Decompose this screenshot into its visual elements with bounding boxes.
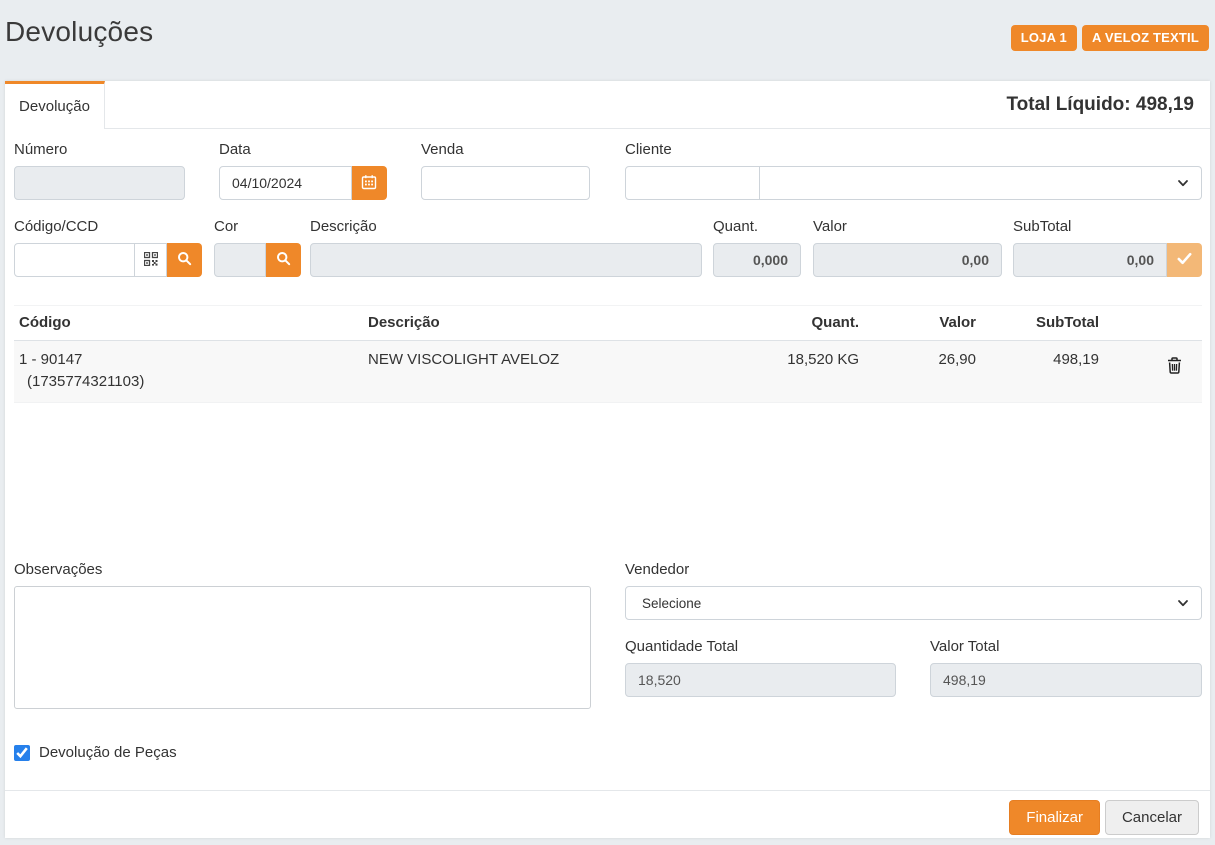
items-table: Código Descrição Quant. Valor SubTotal 1… bbox=[14, 305, 1202, 403]
devolucao-pecas-row: Devolução de Peças bbox=[14, 744, 177, 761]
cor-group: Cor bbox=[214, 218, 306, 277]
tabbar-spacer bbox=[105, 81, 1006, 128]
table-row: 1 - 90147 (1735774321103) NEW VISCOLIGHT… bbox=[14, 341, 1202, 403]
store-badge[interactable]: LOJA 1 bbox=[1011, 25, 1077, 51]
col-header-subtotal: SubTotal bbox=[984, 306, 1107, 340]
delete-row-button[interactable] bbox=[1165, 355, 1184, 379]
quant-group: Quant. bbox=[713, 218, 801, 277]
codigo-search-button[interactable] bbox=[167, 243, 202, 277]
data-field[interactable] bbox=[219, 166, 352, 200]
col-header-actions bbox=[1107, 306, 1202, 340]
devolucao-pecas-checkbox[interactable] bbox=[14, 745, 30, 761]
devolucao-card: Devolução Total Líquido: 498,19 Número D… bbox=[5, 81, 1210, 838]
vendedor-select[interactable]: Selecione bbox=[625, 586, 1202, 620]
col-header-codigo: Código bbox=[14, 306, 360, 340]
quantidade-total-group: Quantidade Total bbox=[625, 638, 896, 697]
add-item-button[interactable] bbox=[1167, 243, 1202, 277]
vendedor-selected-value: Selecione bbox=[642, 596, 701, 611]
quantidade-total-field bbox=[625, 663, 896, 697]
observacoes-group: Observações bbox=[14, 561, 591, 714]
row-descricao: NEW VISCOLIGHT AVELOZ bbox=[360, 341, 677, 402]
chevron-down-icon bbox=[1177, 177, 1189, 192]
numero-group: Número bbox=[14, 141, 185, 200]
cliente-group: Cliente bbox=[625, 141, 1202, 200]
valor-label: Valor bbox=[813, 218, 1002, 235]
finalizar-button[interactable]: Finalizar bbox=[1009, 800, 1100, 835]
descricao-group: Descrição bbox=[310, 218, 702, 277]
row-subtotal: 498,19 bbox=[984, 341, 1107, 402]
check-icon bbox=[1177, 252, 1192, 268]
page-title: Devoluções bbox=[5, 16, 153, 48]
chevron-down-icon bbox=[1177, 597, 1189, 612]
numero-label: Número bbox=[14, 141, 185, 158]
row-codigo-line2: (1735774321103) bbox=[19, 373, 352, 390]
cor-label: Cor bbox=[214, 218, 306, 235]
numero-field bbox=[14, 166, 185, 200]
codigo-ccd-field[interactable] bbox=[14, 243, 135, 277]
row-valor: 26,90 bbox=[867, 341, 984, 402]
quantidade-total-label: Quantidade Total bbox=[625, 638, 896, 655]
tab-bar: Devolução Total Líquido: 498,19 bbox=[5, 81, 1210, 129]
cor-search-button[interactable] bbox=[266, 243, 301, 277]
header-badges: LOJA 1 A VELOZ TEXTIL bbox=[1011, 25, 1209, 51]
trash-icon bbox=[1167, 362, 1182, 377]
cliente-code-field[interactable] bbox=[625, 166, 760, 200]
codigo-ccd-label: Código/CCD bbox=[14, 218, 207, 235]
data-group: Data bbox=[219, 141, 387, 200]
row-quant: 18,520 KG bbox=[677, 341, 867, 402]
qrcode-icon bbox=[144, 252, 158, 269]
valor-group: Valor bbox=[813, 218, 1002, 277]
venda-field[interactable] bbox=[421, 166, 590, 200]
valor-field bbox=[813, 243, 1002, 277]
vendedor-group: Vendedor Selecione bbox=[625, 561, 1202, 620]
calendar-button[interactable] bbox=[352, 166, 387, 200]
valor-total-group: Valor Total bbox=[930, 638, 1202, 697]
venda-group: Venda bbox=[421, 141, 590, 200]
venda-label: Venda bbox=[421, 141, 590, 158]
cliente-select[interactable] bbox=[760, 166, 1202, 200]
row-actions bbox=[1107, 341, 1202, 402]
subtotal-label: SubTotal bbox=[1013, 218, 1202, 235]
descricao-field bbox=[310, 243, 702, 277]
col-header-quant: Quant. bbox=[677, 306, 867, 340]
subtotal-group: SubTotal bbox=[1013, 218, 1202, 277]
total-liquido: Total Líquido: 498,19 bbox=[1006, 81, 1210, 128]
barcode-scan-button[interactable] bbox=[135, 243, 167, 277]
subtotal-field bbox=[1013, 243, 1167, 277]
cliente-label: Cliente bbox=[625, 141, 1202, 158]
calendar-icon bbox=[361, 174, 377, 193]
valor-total-label: Valor Total bbox=[930, 638, 1202, 655]
codigo-ccd-group: Código/CCD bbox=[14, 218, 207, 277]
items-table-header: Código Descrição Quant. Valor SubTotal bbox=[14, 305, 1202, 341]
company-badge[interactable]: A VELOZ TEXTIL bbox=[1082, 25, 1209, 51]
search-icon bbox=[276, 251, 291, 269]
observacoes-textarea[interactable] bbox=[14, 586, 591, 709]
page-header: Devoluções LOJA 1 A VELOZ TEXTIL bbox=[0, 0, 1215, 81]
row-codigo: 1 - 90147 (1735774321103) bbox=[14, 341, 360, 402]
data-label: Data bbox=[219, 141, 387, 158]
col-header-valor: Valor bbox=[867, 306, 984, 340]
search-icon bbox=[177, 251, 192, 269]
card-footer: Finalizar Cancelar bbox=[5, 790, 1210, 838]
quant-label: Quant. bbox=[713, 218, 801, 235]
tab-devolucao[interactable]: Devolução bbox=[5, 81, 105, 129]
cancelar-button[interactable]: Cancelar bbox=[1105, 800, 1199, 835]
row-codigo-line1: 1 - 90147 bbox=[19, 351, 352, 368]
cor-field bbox=[214, 243, 266, 277]
descricao-label: Descrição bbox=[310, 218, 702, 235]
vendedor-label: Vendedor bbox=[625, 561, 1202, 578]
devolucao-pecas-label: Devolução de Peças bbox=[39, 744, 177, 761]
observacoes-label: Observações bbox=[14, 561, 591, 578]
valor-total-field bbox=[930, 663, 1202, 697]
col-header-descricao: Descrição bbox=[360, 306, 677, 340]
quant-field bbox=[713, 243, 801, 277]
